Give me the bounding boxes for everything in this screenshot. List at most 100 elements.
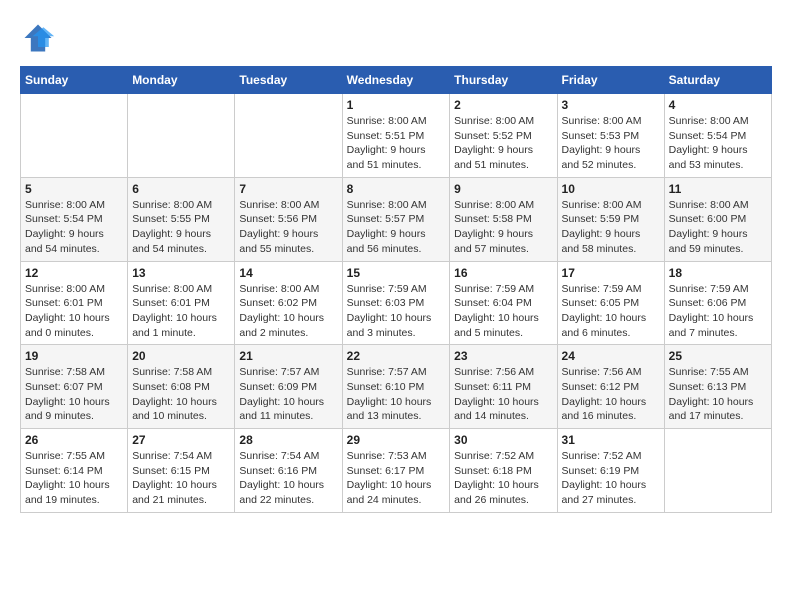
calendar-day-cell: 7 Sunrise: 8:00 AMSunset: 5:56 PMDaylight…	[235, 177, 342, 261]
day-info: Sunrise: 8:00 AMSunset: 5:51 PMDaylight:…	[347, 114, 446, 173]
calendar-day-cell: 1 Sunrise: 8:00 AMSunset: 5:51 PMDaylight…	[342, 94, 450, 178]
day-number: 4	[669, 98, 767, 112]
calendar-day-cell: 24Sunrise: 7:56 AMSunset: 6:12 PMDayligh…	[557, 345, 664, 429]
day-number: 13	[132, 266, 230, 280]
calendar-week-row: 26 Sunrise: 7:55 AMSunset: 6:14 PMDayligh…	[21, 429, 772, 513]
calendar-day-cell: 2 Sunrise: 8:00 AMSunset: 5:52 PMDaylight…	[450, 94, 557, 178]
day-info: Sunrise: 8:00 AMSunset: 5:55 PMDaylight:…	[132, 198, 230, 257]
day-number: 16	[454, 266, 552, 280]
day-info: Sunrise: 7:52 AMSunset: 6:18 PMDaylight:…	[454, 449, 552, 508]
calendar-day-cell	[21, 94, 128, 178]
day-info: Sunrise: 8:00 AMSunset: 5:58 PMDaylight:…	[454, 198, 552, 257]
calendar-day-cell: 16 Sunrise: 7:59 AMSunset: 6:04 PMDayligh…	[450, 261, 557, 345]
calendar-day-cell: 6 Sunrise: 8:00 AMSunset: 5:55 PMDaylight…	[128, 177, 235, 261]
day-info: Sunrise: 7:59 AMSunset: 6:03 PMDaylight:…	[347, 282, 446, 341]
calendar-day-cell: 11 Sunrise: 8:00 AMSunset: 6:00 PMDayligh…	[664, 177, 771, 261]
day-info: Sunrise: 7:59 AMSunset: 6:05 PMDaylight:…	[562, 282, 660, 341]
day-number: 26	[25, 433, 123, 447]
day-info: Sunrise: 8:00 AMSunset: 6:01 PMDaylight:…	[25, 282, 123, 341]
calendar-day-cell: 28 Sunrise: 7:54 AMSunset: 6:16 PMDayligh…	[235, 429, 342, 513]
day-number: 15	[347, 266, 446, 280]
calendar-day-cell: 20 Sunrise: 7:58 AMSunset: 6:08 PMDayligh…	[128, 345, 235, 429]
calendar-day-cell: 21 Sunrise: 7:57 AMSunset: 6:09 PMDayligh…	[235, 345, 342, 429]
day-number: 17	[562, 266, 660, 280]
day-number: 11	[669, 182, 767, 196]
day-number: 24	[562, 349, 660, 363]
day-info: Sunrise: 8:00 AMSunset: 5:54 PMDaylight:…	[669, 114, 767, 173]
day-info: Sunrise: 8:00 AMSunset: 6:02 PMDaylight:…	[239, 282, 337, 341]
logo-icon	[20, 20, 56, 56]
calendar-header-cell: Sunday	[21, 67, 128, 94]
calendar-day-cell: 31 Sunrise: 7:52 AMSunset: 6:19 PMDayligh…	[557, 429, 664, 513]
calendar-week-row: 5 Sunrise: 8:00 AMSunset: 5:54 PMDaylight…	[21, 177, 772, 261]
calendar-day-cell: 17 Sunrise: 7:59 AMSunset: 6:05 PMDayligh…	[557, 261, 664, 345]
calendar-day-cell	[235, 94, 342, 178]
logo	[20, 20, 60, 56]
day-info: Sunrise: 7:52 AMSunset: 6:19 PMDaylight:…	[562, 449, 660, 508]
calendar-day-cell: 25 Sunrise: 7:55 AMSunset: 6:13 PMDayligh…	[664, 345, 771, 429]
day-info: Sunrise: 8:00 AMSunset: 5:54 PMDaylight:…	[25, 198, 123, 257]
calendar-day-cell: 3Sunrise: 8:00 AMSunset: 5:53 PMDaylight…	[557, 94, 664, 178]
day-number: 28	[239, 433, 337, 447]
day-number: 30	[454, 433, 552, 447]
day-number: 27	[132, 433, 230, 447]
day-number: 23	[454, 349, 552, 363]
day-info: Sunrise: 7:57 AMSunset: 6:09 PMDaylight:…	[239, 365, 337, 424]
calendar-day-cell: 23 Sunrise: 7:56 AMSunset: 6:11 PMDayligh…	[450, 345, 557, 429]
day-info: Sunrise: 8:00 AMSunset: 5:53 PMDaylight:…	[562, 114, 660, 173]
day-info: Sunrise: 7:58 AMSunset: 6:08 PMDaylight:…	[132, 365, 230, 424]
calendar-week-row: 12 Sunrise: 8:00 AMSunset: 6:01 PMDayligh…	[21, 261, 772, 345]
day-number: 2	[454, 98, 552, 112]
day-info: Sunrise: 8:00 AMSunset: 6:00 PMDaylight:…	[669, 198, 767, 257]
calendar-day-cell: 10 Sunrise: 8:00 AMSunset: 5:59 PMDayligh…	[557, 177, 664, 261]
calendar-day-cell: 12 Sunrise: 8:00 AMSunset: 6:01 PMDayligh…	[21, 261, 128, 345]
day-info: Sunrise: 7:56 AMSunset: 6:11 PMDaylight:…	[454, 365, 552, 424]
day-info: Sunrise: 8:00 AMSunset: 6:01 PMDaylight:…	[132, 282, 230, 341]
calendar-day-cell: 27 Sunrise: 7:54 AMSunset: 6:15 PMDayligh…	[128, 429, 235, 513]
day-info: Sunrise: 7:58 AMSunset: 6:07 PMDaylight:…	[25, 365, 123, 424]
day-info: Sunrise: 8:00 AMSunset: 5:56 PMDaylight:…	[239, 198, 337, 257]
calendar-day-cell	[128, 94, 235, 178]
day-info: Sunrise: 7:59 AMSunset: 6:04 PMDaylight:…	[454, 282, 552, 341]
day-number: 21	[239, 349, 337, 363]
day-number: 31	[562, 433, 660, 447]
calendar-day-cell: 14 Sunrise: 8:00 AMSunset: 6:02 PMDayligh…	[235, 261, 342, 345]
day-info: Sunrise: 7:55 AMSunset: 6:14 PMDaylight:…	[25, 449, 123, 508]
day-info: Sunrise: 7:54 AMSunset: 6:15 PMDaylight:…	[132, 449, 230, 508]
calendar-day-cell: 29Sunrise: 7:53 AMSunset: 6:17 PMDayligh…	[342, 429, 450, 513]
day-number: 6	[132, 182, 230, 196]
calendar-day-cell	[664, 429, 771, 513]
calendar-header-cell: Saturday	[664, 67, 771, 94]
calendar-header-cell: Wednesday	[342, 67, 450, 94]
day-number: 7	[239, 182, 337, 196]
day-number: 9	[454, 182, 552, 196]
calendar-week-row: 19 Sunrise: 7:58 AMSunset: 6:07 PMDayligh…	[21, 345, 772, 429]
day-number: 14	[239, 266, 337, 280]
calendar-header-cell: Tuesday	[235, 67, 342, 94]
day-number: 19	[25, 349, 123, 363]
calendar-day-cell: 9 Sunrise: 8:00 AMSunset: 5:58 PMDaylight…	[450, 177, 557, 261]
day-number: 22	[347, 349, 446, 363]
day-info: Sunrise: 8:00 AMSunset: 5:59 PMDaylight:…	[562, 198, 660, 257]
calendar-body: 1 Sunrise: 8:00 AMSunset: 5:51 PMDaylight…	[21, 94, 772, 513]
day-info: Sunrise: 7:57 AMSunset: 6:10 PMDaylight:…	[347, 365, 446, 424]
calendar-header-cell: Monday	[128, 67, 235, 94]
calendar-day-cell: 22 Sunrise: 7:57 AMSunset: 6:10 PMDayligh…	[342, 345, 450, 429]
day-number: 12	[25, 266, 123, 280]
day-number: 10	[562, 182, 660, 196]
day-number: 5	[25, 182, 123, 196]
calendar-header-cell: Friday	[557, 67, 664, 94]
day-number: 1	[347, 98, 446, 112]
day-info: Sunrise: 7:55 AMSunset: 6:13 PMDaylight:…	[669, 365, 767, 424]
calendar-week-row: 1 Sunrise: 8:00 AMSunset: 5:51 PMDaylight…	[21, 94, 772, 178]
day-info: Sunrise: 8:00 AMSunset: 5:52 PMDaylight:…	[454, 114, 552, 173]
day-info: Sunrise: 7:54 AMSunset: 6:16 PMDaylight:…	[239, 449, 337, 508]
day-number: 25	[669, 349, 767, 363]
day-info: Sunrise: 7:53 AMSunset: 6:17 PMDaylight:…	[347, 449, 446, 508]
calendar-header-cell: Thursday	[450, 67, 557, 94]
day-number: 20	[132, 349, 230, 363]
calendar-day-cell: 18Sunrise: 7:59 AMSunset: 6:06 PMDayligh…	[664, 261, 771, 345]
calendar-header-row: SundayMondayTuesdayWednesdayThursdayFrid…	[21, 67, 772, 94]
header	[20, 20, 772, 56]
calendar-day-cell: 19 Sunrise: 7:58 AMSunset: 6:07 PMDayligh…	[21, 345, 128, 429]
